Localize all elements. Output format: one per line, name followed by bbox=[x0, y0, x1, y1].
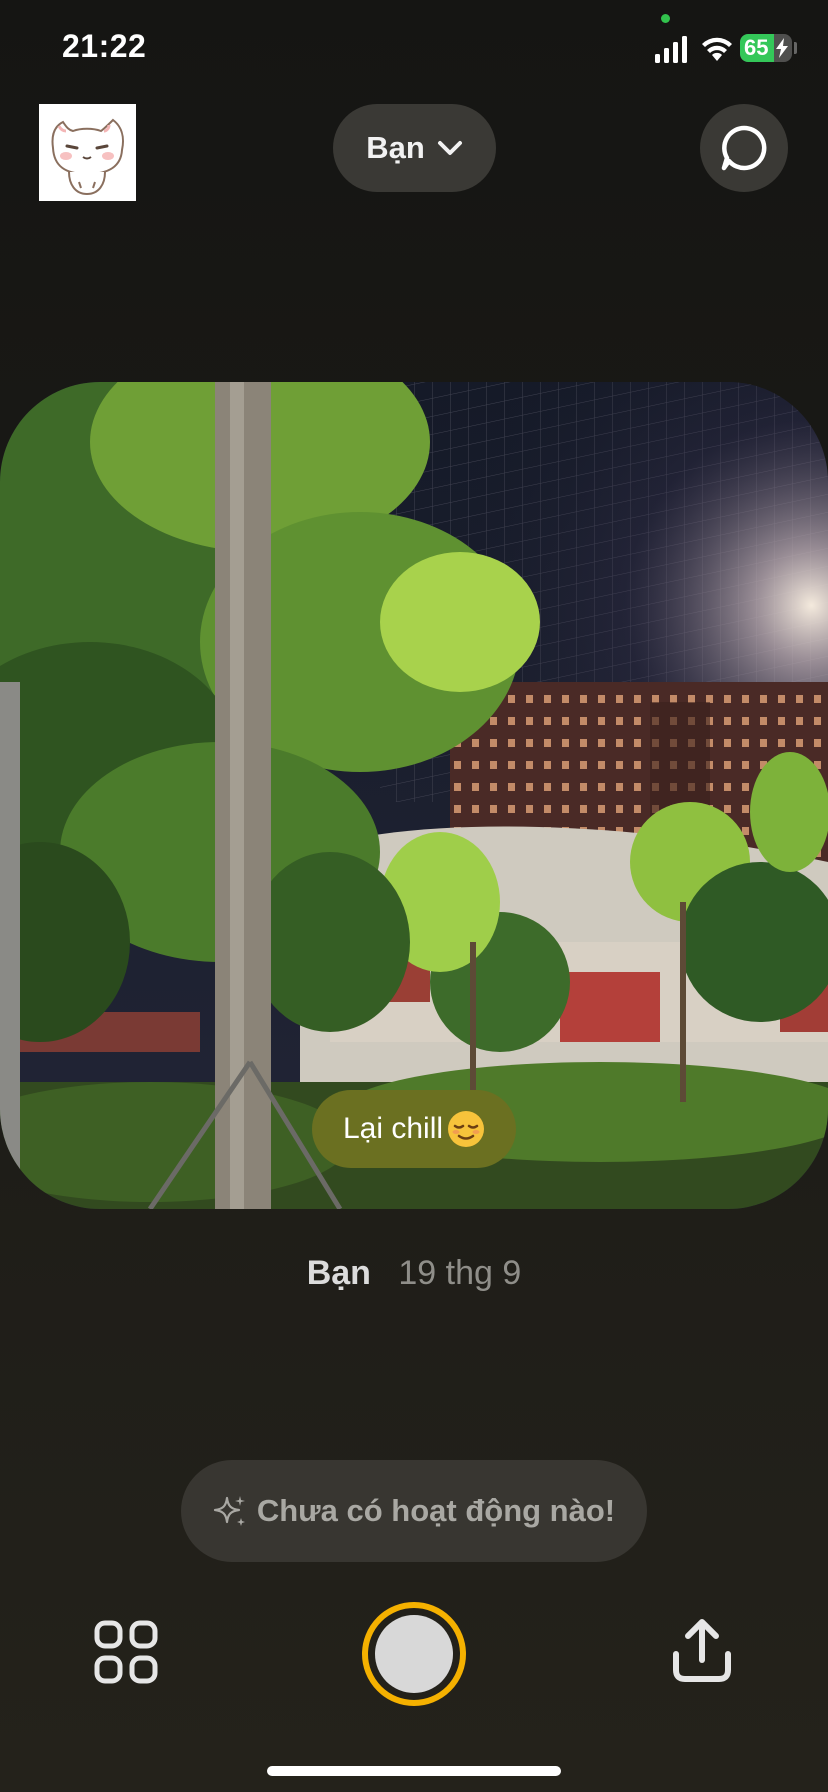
photo-date: 19 thg 9 bbox=[398, 1254, 522, 1292]
relieved-face-emoji-icon bbox=[448, 1111, 485, 1147]
wifi-icon bbox=[702, 37, 732, 61]
photo-caption: Lại chill bbox=[312, 1090, 516, 1168]
photo-meta: Bạn 19 thg 9 bbox=[0, 1254, 828, 1293]
home-indicator[interactable] bbox=[267, 1766, 561, 1776]
photo-card[interactable] bbox=[0, 382, 828, 1209]
status-time: 21:22 bbox=[62, 28, 147, 64]
chat-bubble-icon bbox=[721, 125, 767, 171]
activity-text: Chưa có hoạt động nào! bbox=[256, 1493, 616, 1528]
shutter-inner bbox=[375, 1615, 453, 1693]
privacy-indicator-dot bbox=[661, 14, 670, 23]
chat-button[interactable] bbox=[700, 104, 788, 192]
shutter-button[interactable] bbox=[362, 1602, 466, 1706]
grid-icon[interactable] bbox=[94, 1620, 158, 1684]
sparkle-icon bbox=[213, 1496, 245, 1526]
share-icon[interactable] bbox=[670, 1618, 734, 1684]
friend-filter-dropdown[interactable]: Bạn bbox=[333, 104, 496, 192]
cat-sticker-avatar bbox=[39, 104, 136, 201]
avatar[interactable] bbox=[39, 104, 136, 201]
signal-icon bbox=[655, 36, 687, 63]
photo-image bbox=[0, 382, 828, 1209]
status-bar: 21:22 65 bbox=[0, 0, 828, 100]
photo-author[interactable]: Bạn bbox=[307, 1254, 371, 1292]
activity-button[interactable]: Chưa có hoạt động nào! bbox=[181, 1460, 647, 1562]
friend-filter-label: Bạn bbox=[366, 130, 425, 165]
battery-level: 65 bbox=[744, 35, 769, 60]
battery-cap bbox=[794, 42, 797, 54]
caption-text: Lại chill bbox=[342, 1112, 444, 1145]
locket-history-screen: 21:22 65 Bạn Lại chill Bạn 19 thg 9 Chưa… bbox=[0, 0, 828, 1792]
charging-bolt-icon bbox=[776, 38, 788, 58]
chevron-down-icon bbox=[437, 141, 462, 155]
battery-icon: 65 bbox=[740, 34, 792, 62]
